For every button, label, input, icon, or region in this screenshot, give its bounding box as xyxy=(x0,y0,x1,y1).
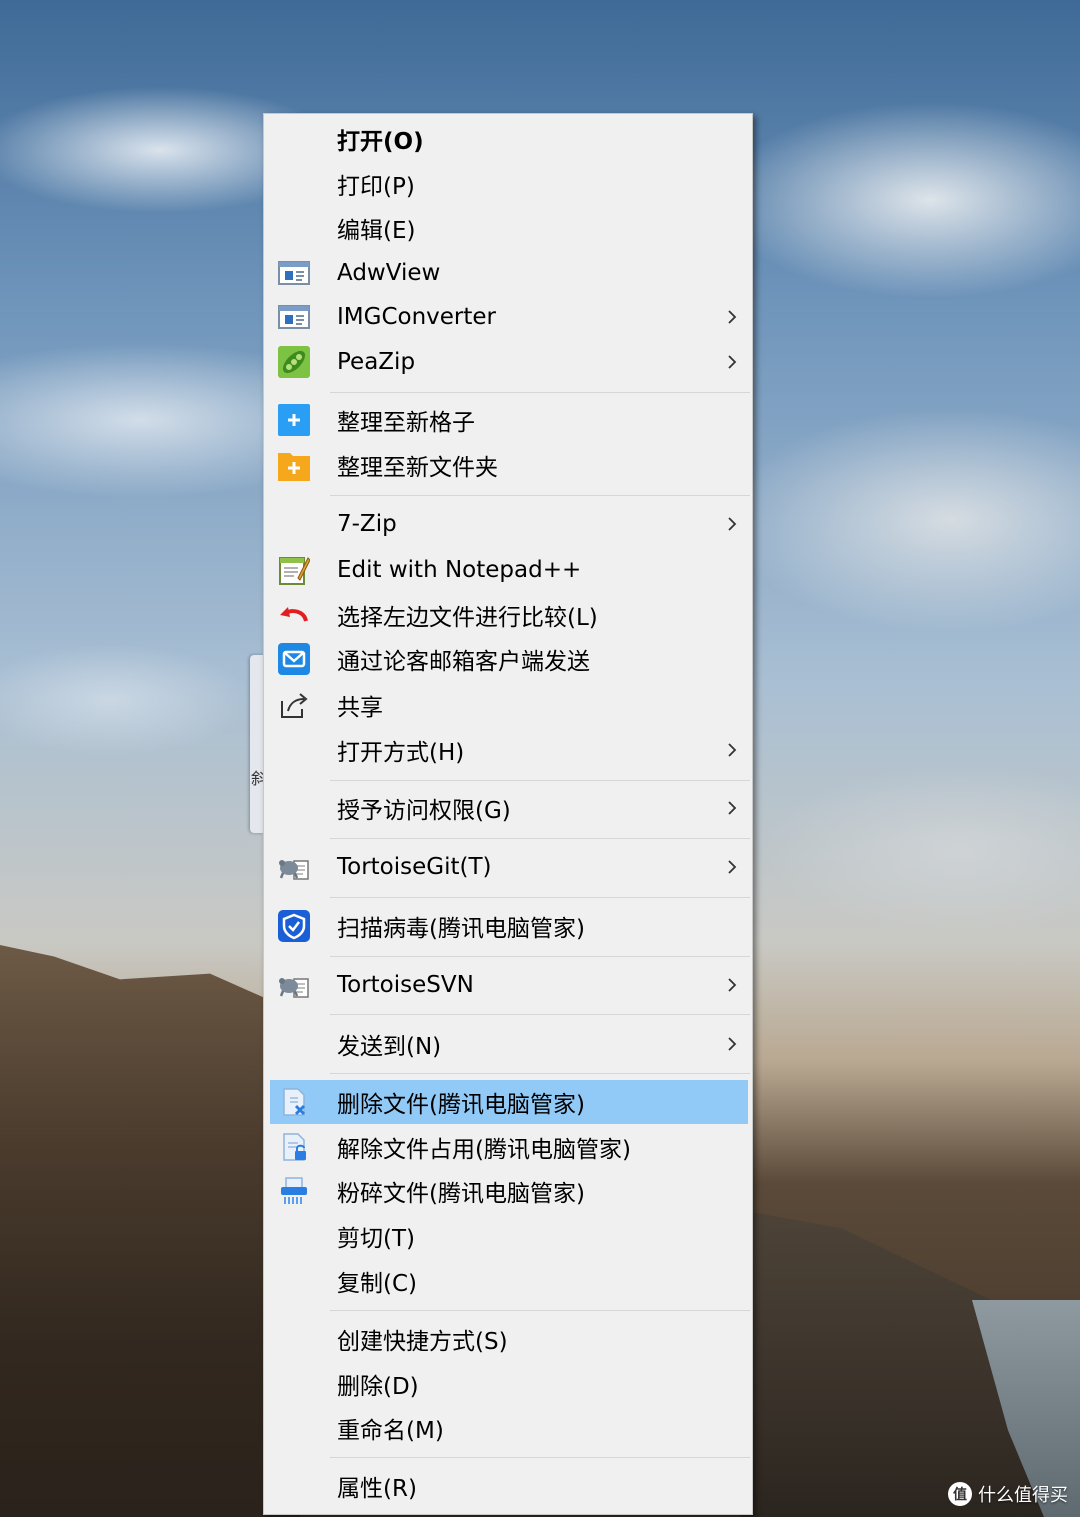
menu-item-edit[interactable]: 编辑(E) xyxy=(270,206,748,250)
menu-item-label: TortoiseGit(T) xyxy=(337,854,492,880)
menu-item-label: 重命名(M) xyxy=(337,1418,444,1444)
chevron-right-icon xyxy=(726,860,738,874)
menu-item-label: 粉碎文件(腾讯电脑管家) xyxy=(337,1181,585,1207)
menu-item-rename[interactable]: 重命名(M) xyxy=(270,1406,748,1450)
menu-item-properties[interactable]: 属性(R) xyxy=(270,1464,748,1508)
menu-item-grant-access[interactable]: 授予访问权限(G) xyxy=(270,786,748,830)
menu-item-label: 共享 xyxy=(337,695,383,721)
new-grid-icon xyxy=(278,404,310,436)
menu-item-label: 整理至新格子 xyxy=(337,410,475,436)
menu-separator xyxy=(330,392,750,393)
menu-item-label: IMGConverter xyxy=(337,304,497,330)
menu-separator xyxy=(330,1014,750,1015)
menu-item-peazip[interactable]: PeaZip xyxy=(270,340,748,384)
menu-item-label: 删除文件(腾讯电脑管家) xyxy=(337,1092,585,1118)
app-window-icon xyxy=(278,301,310,333)
delete-file-icon xyxy=(278,1086,310,1118)
menu-item-7zip[interactable]: 7-Zip xyxy=(270,502,748,546)
menu-item-print[interactable]: 打印(P) xyxy=(270,162,748,206)
menu-item-scan-virus[interactable]: 扫描病毒(腾讯电脑管家) xyxy=(270,904,748,948)
menu-item-organize-folder[interactable]: 整理至新文件夹 xyxy=(270,443,748,487)
menu-item-open[interactable]: 打开(O) xyxy=(270,117,748,161)
menu-separator xyxy=(330,1310,750,1311)
menu-item-compare[interactable]: 选择左边文件进行比较(L) xyxy=(270,593,748,637)
menu-separator xyxy=(330,1073,750,1074)
menu-item-label: 打开(O) xyxy=(337,129,424,155)
menu-item-label: 授予访问权限(G) xyxy=(337,798,511,824)
menu-item-label: 选择左边文件进行比较(L) xyxy=(337,605,598,631)
menu-separator xyxy=(330,495,750,496)
menu-item-tortoisesvn[interactable]: TortoiseSVN xyxy=(270,963,748,1007)
menu-item-label: Edit with Notepad++ xyxy=(337,557,582,583)
menu-item-label: 打开方式(H) xyxy=(337,740,465,766)
menu-item-copy[interactable]: 复制(C) xyxy=(270,1259,748,1303)
menu-item-label: PeaZip xyxy=(337,349,416,375)
menu-item-imgconverter[interactable]: IMGConverter xyxy=(270,295,748,339)
chevron-right-icon xyxy=(726,1037,738,1051)
shield-icon xyxy=(278,910,310,942)
chevron-right-icon xyxy=(726,743,738,757)
menu-item-label: TortoiseSVN xyxy=(337,972,474,998)
tortoise-icon xyxy=(278,969,310,1001)
menu-item-label: 复制(C) xyxy=(337,1271,418,1297)
menu-item-label: 创建快捷方式(S) xyxy=(337,1329,508,1355)
context-menu: 打开(O) 打印(P) 编辑(E) AdwView IMGConverter P… xyxy=(263,113,753,1515)
menu-item-share[interactable]: 共享 xyxy=(270,683,748,727)
menu-item-label: 剪切(T) xyxy=(337,1226,415,1252)
chevron-right-icon xyxy=(726,978,738,992)
notepad-icon xyxy=(278,554,310,586)
menu-item-label: 编辑(E) xyxy=(337,218,416,244)
menu-separator xyxy=(330,897,750,898)
site-watermark: 值 什么值得买 xyxy=(948,1480,1068,1508)
menu-item-label: 解除文件占用(腾讯电脑管家) xyxy=(337,1137,631,1163)
app-window-icon xyxy=(278,257,310,289)
compare-icon xyxy=(278,599,310,631)
menu-item-adwview[interactable]: AdwView xyxy=(270,251,748,295)
menu-item-label: 整理至新文件夹 xyxy=(337,455,498,481)
menu-item-label: 7-Zip xyxy=(337,511,397,537)
new-folder-icon xyxy=(278,449,310,481)
shredder-icon xyxy=(278,1175,310,1207)
menu-separator xyxy=(330,838,750,839)
menu-item-delete[interactable]: 删除(D) xyxy=(270,1362,748,1406)
chevron-right-icon xyxy=(726,801,738,815)
menu-item-delete-file-tencent[interactable]: 删除文件(腾讯电脑管家) xyxy=(270,1080,748,1124)
watermark-text: 什么值得买 xyxy=(978,1485,1068,1506)
menu-item-create-shortcut[interactable]: 创建快捷方式(S) xyxy=(270,1317,748,1361)
menu-item-open-with[interactable]: 打开方式(H) xyxy=(270,728,748,772)
menu-item-tortoisegit[interactable]: TortoiseGit(T) xyxy=(270,845,748,889)
share-icon xyxy=(278,689,310,721)
menu-item-cut[interactable]: 剪切(T) xyxy=(270,1214,748,1258)
watermark-logo-icon: 值 xyxy=(948,1482,972,1506)
unlock-file-icon xyxy=(278,1131,310,1163)
menu-item-send-to[interactable]: 发送到(N) xyxy=(270,1022,748,1066)
menu-item-label: 打印(P) xyxy=(337,174,415,200)
menu-separator xyxy=(330,956,750,957)
menu-item-send-mail[interactable]: 通过论客邮箱客户端发送 xyxy=(270,637,748,681)
wallpaper-mountain xyxy=(0,945,300,1517)
menu-separator xyxy=(330,780,750,781)
menu-item-label: 通过论客邮箱客户端发送 xyxy=(337,649,590,675)
menu-item-label: 扫描病毒(腾讯电脑管家) xyxy=(337,916,585,942)
menu-item-label: AdwView xyxy=(337,260,441,286)
chevron-right-icon xyxy=(726,310,738,324)
menu-item-organize-grid[interactable]: 整理至新格子 xyxy=(270,398,748,442)
peazip-icon xyxy=(278,346,310,378)
menu-separator xyxy=(330,1457,750,1458)
tortoise-icon xyxy=(278,851,310,883)
window-side-tab[interactable]: 斜 xyxy=(250,655,267,833)
chevron-right-icon xyxy=(726,517,738,531)
menu-item-unlock-file-tencent[interactable]: 解除文件占用(腾讯电脑管家) xyxy=(270,1125,748,1169)
menu-item-notepadpp[interactable]: Edit with Notepad++ xyxy=(270,548,748,592)
chevron-right-icon xyxy=(726,355,738,369)
mail-icon xyxy=(278,643,310,675)
menu-item-shred-file-tencent[interactable]: 粉碎文件(腾讯电脑管家) xyxy=(270,1169,748,1213)
menu-item-label: 删除(D) xyxy=(337,1374,419,1400)
menu-item-label: 属性(R) xyxy=(337,1476,417,1502)
menu-item-label: 发送到(N) xyxy=(337,1034,442,1060)
